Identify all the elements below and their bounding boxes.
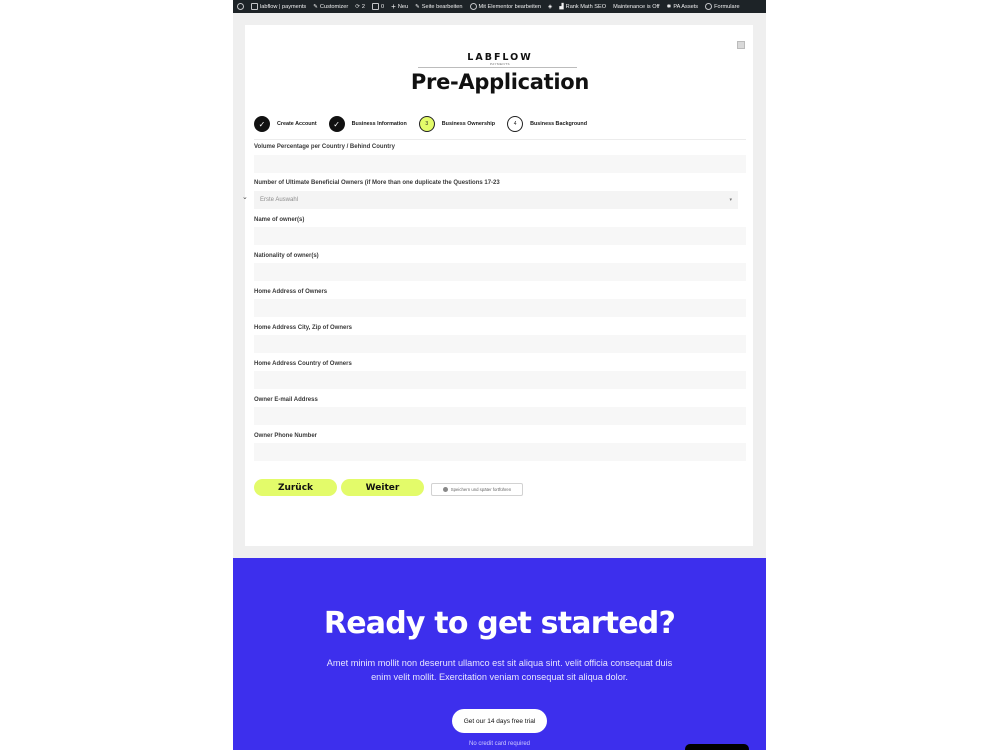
step-label: Create Account	[277, 121, 317, 127]
globe-icon	[705, 3, 713, 10]
page-title: Pre-Application	[410, 70, 590, 94]
admin-bar-pa-assets[interactable]: ✱ PA Assets	[667, 4, 698, 10]
progress-steps: ✓ Create Account ✓ Business Information …	[254, 116, 599, 132]
owner-phone-input[interactable]	[254, 443, 746, 461]
home-address-input[interactable]	[254, 299, 746, 317]
step-business-ownership: 3 Business Ownership	[418, 116, 496, 132]
ubo-count-label: Number of Ultimate Beneficial Owners (if…	[254, 180, 500, 186]
brush-icon: ✎	[313, 3, 318, 10]
cta-title: Ready to get started?	[323, 606, 676, 641]
step-number: 3	[418, 116, 435, 132]
comment-icon	[372, 3, 380, 10]
admin-bar-new[interactable]: + Neu	[391, 1, 408, 11]
home-city-zip-label: Home Address City, Zip of Owners	[254, 325, 353, 331]
select-value: Erste Auswahl	[260, 197, 299, 203]
owner-email-input[interactable]	[254, 407, 746, 425]
step-label: Business Ownership	[441, 121, 496, 127]
plus-icon: +	[391, 1, 396, 11]
owner-name-input[interactable]	[254, 227, 746, 245]
chart-icon: ▟	[559, 3, 564, 10]
form-card	[245, 25, 753, 546]
admin-bar-updates[interactable]: ⟳ 2	[355, 4, 365, 10]
step-business-background: 4 Business Background	[507, 116, 587, 132]
admin-bar-forms[interactable]: Formulare	[705, 3, 740, 10]
home-city-zip-input[interactable]	[254, 335, 746, 353]
pencil-icon: ✎	[415, 3, 420, 10]
diamond-icon: ◈	[548, 3, 553, 10]
user-avatar-icon[interactable]	[737, 41, 745, 49]
admin-bar-elementor[interactable]: Mit Elementor bearbeiten	[469, 3, 541, 10]
home-address-label: Home Address of Owners	[254, 289, 328, 295]
back-button[interactable]: Zurück	[254, 479, 337, 496]
cta-text: Amet minim mollit non deserunt ullamco e…	[326, 658, 673, 682]
wordpress-logo-icon[interactable]	[237, 3, 244, 10]
owner-nationality-label: Nationality of owner(s)	[254, 253, 319, 259]
admin-bar-maintenance[interactable]: Maintenance is Off	[613, 4, 660, 10]
step-business-information: ✓ Business Information	[328, 116, 407, 132]
admin-bar-site-name[interactable]: labflow | payments	[251, 3, 306, 10]
chevron-down-icon[interactable]: ⌄	[242, 193, 248, 201]
admin-bar-customizer[interactable]: ✎ Customizer	[313, 4, 348, 10]
home-icon	[251, 3, 258, 10]
gear-icon: ✱	[666, 3, 672, 10]
caret-down-icon: ▾	[729, 197, 732, 203]
check-icon: ✓	[328, 116, 345, 132]
step-label: Business Information	[351, 121, 407, 127]
volume-label: Volume Percentage per Country / Behind C…	[254, 144, 395, 150]
home-country-label: Home Address Country of Owners	[254, 361, 352, 367]
admin-bar-rank-math[interactable]: ▟ Rank Math SEO	[559, 4, 606, 10]
logo-divider	[418, 67, 577, 68]
owner-name-label: Name of owner(s)	[254, 217, 305, 223]
chat-widget-button[interactable]	[685, 744, 749, 750]
admin-bar-edit-page[interactable]: ✎ Seite bearbeiten	[415, 4, 462, 10]
next-button[interactable]: Weiter	[341, 479, 424, 496]
admin-bar: labflow | payments ✎ Customizer ⟳ 2 0 + Neu…	[233, 0, 766, 13]
cta-section: Ready to get started? Amet minim mollit …	[233, 558, 766, 750]
save-and-continue-later-button[interactable]: Speichern und später fortführen	[431, 483, 523, 496]
owner-phone-label: Owner Phone Number	[254, 433, 318, 439]
owner-email-label: Owner E-mail Address	[254, 397, 318, 403]
volume-input[interactable]	[254, 155, 746, 173]
owner-nationality-input[interactable]	[254, 263, 746, 281]
step-number: 4	[507, 116, 524, 132]
step-label: Business Background	[530, 121, 588, 127]
home-country-input[interactable]	[254, 371, 746, 389]
elementor-icon	[469, 3, 477, 10]
steps-divider	[254, 139, 746, 140]
refresh-icon: ⟳	[355, 3, 360, 10]
brand-logo-subtext: PAYMENTS	[489, 62, 511, 66]
free-trial-button[interactable]: Get our 14 days free trial	[452, 709, 547, 733]
save-later-label: Speichern und später fortführen	[450, 487, 512, 492]
save-icon	[442, 487, 448, 492]
ubo-count-select[interactable]: Erste Auswahl ▾	[254, 191, 738, 209]
admin-bar-diamond[interactable]: ◈	[548, 4, 552, 10]
admin-bar-comments[interactable]: 0	[372, 3, 384, 10]
step-create-account: ✓ Create Account	[254, 116, 317, 132]
check-icon: ✓	[254, 116, 270, 132]
